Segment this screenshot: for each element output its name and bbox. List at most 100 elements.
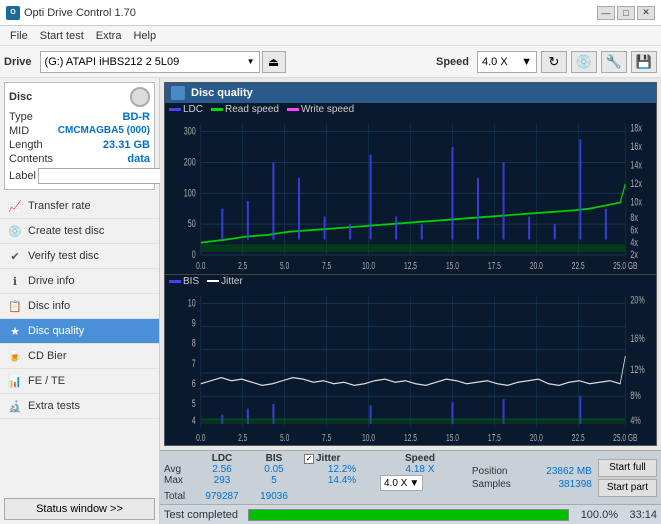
disc-contents-value: data: [127, 153, 150, 165]
disc-mid-row: MID CMCMAGBA5 (000): [9, 125, 150, 137]
svg-text:200: 200: [184, 156, 196, 168]
dq-panel-icon: [171, 86, 185, 100]
svg-text:6: 6: [192, 377, 196, 389]
menu-extra[interactable]: Extra: [90, 29, 128, 43]
drive-label: Drive: [4, 56, 32, 68]
status-window-button[interactable]: Status window >>: [4, 498, 155, 520]
stats-speed-value: 4.0 X: [384, 478, 407, 489]
disc-label-row: Label 🔍: [9, 167, 150, 185]
svg-text:14x: 14x: [630, 159, 642, 171]
total-ldc: 979287: [196, 491, 248, 502]
menu-file[interactable]: File: [4, 29, 34, 43]
jitter-legend-item: Jitter: [207, 276, 243, 287]
svg-text:10: 10: [188, 297, 196, 309]
max-ldc: 293: [196, 475, 248, 491]
close-button[interactable]: ✕: [637, 6, 655, 20]
content-area: Disc quality LDC Read speed: [160, 78, 661, 524]
stats-speed-arrow-icon: ▼: [409, 478, 419, 489]
progress-bar-inner: [249, 510, 568, 520]
disc-image-button[interactable]: 💿: [571, 51, 597, 73]
bottom-legend: BIS Jitter: [165, 275, 656, 288]
stats-header-bis: BIS: [248, 453, 300, 464]
top-chart-content: 300 200 100 50 0 18x 16x 14x 12x 10x 8x: [165, 116, 656, 271]
eject-button[interactable]: ⏏: [262, 51, 286, 73]
minimize-button[interactable]: —: [597, 6, 615, 20]
sidebar-item-verify-test-disc[interactable]: ✔ Verify test disc: [0, 244, 159, 269]
bottom-chart: BIS Jitter: [165, 275, 656, 446]
svg-text:10.0: 10.0: [362, 431, 375, 442]
sidebar-item-drive-info[interactable]: ℹ Drive info: [0, 269, 159, 294]
bis-legend-item: BIS: [169, 276, 199, 287]
start-full-button[interactable]: Start full: [598, 459, 657, 477]
ldc-legend-color: [169, 108, 181, 111]
fe-te-icon: 📊: [8, 374, 22, 388]
sidebar-item-fe-te[interactable]: 📊 FE / TE: [0, 369, 159, 394]
window-controls: — □ ✕: [597, 6, 655, 20]
progress-percent: 100.0%: [573, 509, 618, 521]
verify-test-disc-icon: ✔: [8, 249, 22, 263]
sidebar-item-create-test-disc-label: Create test disc: [28, 225, 104, 237]
app-icon: O: [6, 6, 20, 20]
disc-length-label: Length: [9, 139, 43, 151]
write-speed-legend-color: [287, 108, 299, 111]
speed-dropdown[interactable]: 4.0 X ▼: [477, 51, 537, 73]
disc-label-input[interactable]: [38, 168, 176, 184]
avg-bis: 0.05: [248, 464, 300, 475]
svg-text:20%: 20%: [630, 294, 644, 306]
toolbar: Drive (G:) ATAPI iHBS212 2 5L09 ▼ ⏏ Spee…: [0, 46, 661, 78]
drive-dropdown[interactable]: (G:) ATAPI iHBS212 2 5L09 ▼: [40, 51, 260, 73]
svg-text:7.5: 7.5: [322, 260, 331, 271]
svg-text:22.5: 22.5: [572, 431, 585, 442]
drive-value: (G:) ATAPI iHBS212 2 5L09: [45, 56, 180, 68]
maximize-button[interactable]: □: [617, 6, 635, 20]
svg-text:17.5: 17.5: [488, 431, 501, 442]
disc-length-row: Length 23.31 GB: [9, 139, 150, 151]
refresh-button[interactable]: ↻: [541, 51, 567, 73]
svg-text:2.5: 2.5: [238, 260, 247, 271]
stats-row-1: LDC BIS ✓ Jitter Speed Avg 2.56 0.05 12.…: [164, 453, 657, 502]
samples-label: Samples: [472, 479, 511, 490]
menubar: File Start test Extra Help: [0, 26, 661, 46]
sidebar-item-verify-test-disc-label: Verify test disc: [28, 250, 99, 262]
top-chart: LDC Read speed Write speed: [165, 103, 656, 275]
jitter-checkbox-row: ✓ Jitter: [300, 453, 380, 464]
sidebar-item-cd-bier[interactable]: 🍺 CD Bier: [0, 344, 159, 369]
svg-text:5.0: 5.0: [280, 260, 289, 271]
start-part-button[interactable]: Start part: [598, 479, 657, 497]
svg-text:4: 4: [192, 414, 196, 426]
ldc-legend-item: LDC: [169, 104, 203, 115]
jitter-legend-label: Jitter: [221, 276, 243, 287]
svg-text:100: 100: [184, 187, 196, 199]
total-blank: [300, 491, 380, 502]
stats-header-speed: Speed: [380, 453, 460, 464]
menu-start-test[interactable]: Start test: [34, 29, 90, 43]
start-buttons: Start full Start part: [598, 459, 657, 497]
sidebar-item-drive-info-label: Drive info: [28, 275, 74, 287]
svg-text:10.0: 10.0: [362, 260, 375, 271]
svg-text:12.5: 12.5: [404, 260, 417, 271]
disc-type-label: Type: [9, 111, 33, 123]
menu-help[interactable]: Help: [127, 29, 162, 43]
chart-area: LDC Read speed Write speed: [165, 103, 656, 445]
disc-info-icon: 📋: [8, 299, 22, 313]
jitter-checkbox[interactable]: ✓: [304, 454, 314, 464]
save-button[interactable]: 💾: [631, 51, 657, 73]
settings-button[interactable]: 🔧: [601, 51, 627, 73]
total-blank2: [380, 491, 460, 502]
svg-text:2.5: 2.5: [238, 431, 247, 442]
disc-type-value: BD-R: [123, 111, 151, 123]
svg-text:15.0: 15.0: [446, 260, 459, 271]
sidebar-item-create-test-disc[interactable]: 💿 Create test disc: [0, 219, 159, 244]
sidebar-item-disc-quality[interactable]: ★ Disc quality: [0, 319, 159, 344]
stats-speed-dropdown[interactable]: 4.0 X ▼: [380, 475, 423, 491]
svg-text:7.5: 7.5: [322, 431, 331, 442]
sidebar-item-disc-info[interactable]: 📋 Disc info: [0, 294, 159, 319]
position-label: Position: [472, 466, 508, 477]
sidebar-item-extra-tests[interactable]: 🔬 Extra tests: [0, 394, 159, 419]
total-bis: 19036: [248, 491, 300, 502]
sidebar-item-transfer-rate[interactable]: 📈 Transfer rate: [0, 194, 159, 219]
svg-text:10x: 10x: [630, 196, 642, 208]
svg-text:22.5: 22.5: [572, 260, 585, 271]
svg-text:4%: 4%: [630, 414, 640, 426]
svg-text:18x: 18x: [630, 122, 642, 134]
